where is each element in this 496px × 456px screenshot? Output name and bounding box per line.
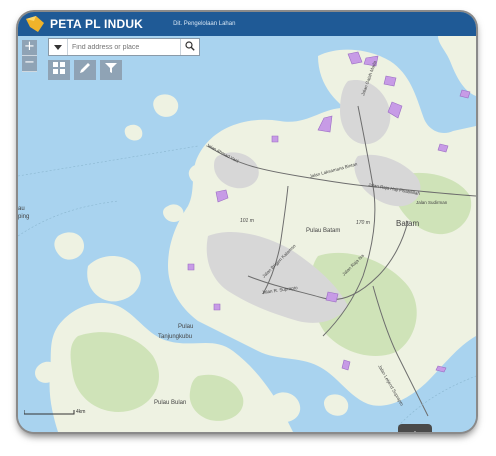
label-pulau-bulan: Pulau Bulan xyxy=(154,400,186,406)
grid-icon xyxy=(53,61,65,79)
elevation-label: 170 m xyxy=(356,220,370,226)
map-toolbar xyxy=(48,60,122,80)
zoom-in-button[interactable]: + xyxy=(22,40,37,56)
search-icon xyxy=(185,38,195,56)
elevation-label: 101 m xyxy=(240,218,254,224)
app-logo-icon xyxy=(24,15,46,33)
filter-button[interactable] xyxy=(100,60,122,80)
caret-down-icon xyxy=(54,38,62,56)
label-pulau-tanjungkubu-line1: Pulau xyxy=(178,324,193,330)
scale-label: 4km xyxy=(76,409,85,415)
label-pulau-tanjungkubu-line2: Tanjungkubu xyxy=(158,334,192,340)
pencil-icon xyxy=(79,61,91,79)
scale-bar: 4km xyxy=(24,409,96,418)
label-batam: Batam xyxy=(396,219,419,228)
filter-icon xyxy=(105,61,117,79)
search-button[interactable] xyxy=(180,39,199,55)
zoom-control: + − xyxy=(22,40,37,72)
app-title: PETA PL INDUK xyxy=(50,17,144,31)
road-label: Jalan Sudirman xyxy=(416,200,448,205)
label-left-edge-1: au xyxy=(18,206,25,212)
app-window: PETA PL INDUK Dit. Pengelolaan Lahan Bat… xyxy=(18,12,476,432)
search-source-dropdown[interactable] xyxy=(49,39,68,55)
title-bar: PETA PL INDUK Dit. Pengelolaan Lahan xyxy=(18,12,476,36)
panel-toggle-handle[interactable] xyxy=(398,424,432,432)
search-box xyxy=(48,38,200,56)
zoom-out-button[interactable]: − xyxy=(22,56,37,72)
label-left-edge-2: ping xyxy=(18,214,29,220)
label-pulau-batam: Pulau Batam xyxy=(306,228,340,234)
edit-button[interactable] xyxy=(74,60,96,80)
basemap-gallery-button[interactable] xyxy=(48,60,70,80)
chevron-up-icon xyxy=(414,431,416,432)
search-input[interactable] xyxy=(72,43,180,51)
app-subtitle: Dit. Pengelolaan Lahan xyxy=(173,21,236,27)
map-canvas[interactable]: Batam Pulau Batam Pulau Tanjungkubu Pula… xyxy=(18,36,476,432)
